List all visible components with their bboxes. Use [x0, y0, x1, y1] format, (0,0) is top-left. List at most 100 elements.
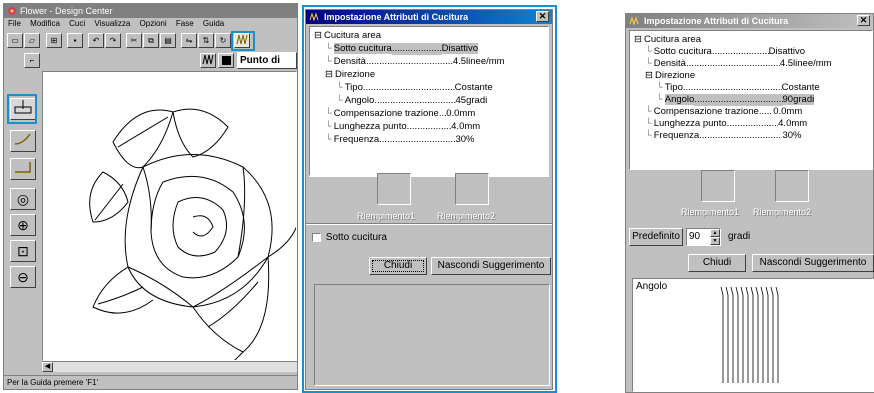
attributes-tree-2[interactable]: ⊟ Cucitura area └ Sotto cucitura...........…: [629, 30, 873, 170]
stitch-line: [765, 286, 769, 383]
stitch-line: [750, 286, 754, 383]
tree-row[interactable]: └Lunghezza punto........................…: [645, 118, 866, 130]
dialog2-close-button[interactable]: ✕: [857, 15, 870, 26]
tree-value: 4.0mm: [778, 118, 808, 129]
tree-row[interactable]: └Angolo.................................…: [656, 94, 866, 106]
tree-row[interactable]: └ Tipo...................................…: [656, 82, 866, 94]
angle-spin-value: 90: [689, 231, 701, 242]
outline-stitch-icon: [14, 133, 31, 145]
menu-visualizza[interactable]: Visualizza: [94, 19, 130, 28]
fill1-label-2: Riempimento1: [681, 207, 740, 217]
stitch-type-select[interactable]: Punto di: [237, 52, 297, 69]
tree-leader-dots: ........................................: [699, 130, 782, 141]
tree-leader-dots: ........................................: [758, 106, 773, 117]
region-color-button[interactable]: [218, 53, 234, 68]
main-titlebar: Flower - Design Center: [4, 4, 297, 18]
status-bar: Per la Guida premere 'F1': [4, 375, 297, 389]
zoom-in-button[interactable]: ⊕: [10, 214, 36, 236]
default-button[interactable]: Predefinito: [629, 228, 683, 246]
main-toolbar-2: ⌐ Punto di: [4, 51, 297, 71]
fill-preview-area-2: Riempimento1 Riempimento2: [629, 170, 873, 220]
tree-line-icon: └: [645, 46, 652, 57]
sewing-attributes-dialog-2: Impostazione Attributi di Cucitura ✕ ⊟ Cu…: [625, 13, 874, 393]
menu-cuci[interactable]: Cuci: [69, 19, 85, 28]
tree-line-icon: └: [656, 94, 663, 105]
tree-row[interactable]: └Frequenza..............................…: [645, 130, 866, 142]
zoom-fit-button[interactable]: ⊡: [10, 240, 36, 262]
import-button[interactable]: ⊞: [46, 33, 62, 48]
fill2-label-2: Riempimento2: [753, 207, 812, 217]
stitch-line: [725, 286, 729, 383]
tree-line-icon: └: [645, 118, 652, 129]
tree-value: Disattivo: [768, 46, 806, 57]
tree-leader-dots: ........................................: [726, 118, 779, 129]
spin-up-button[interactable]: ▲: [710, 229, 720, 237]
close-button-2-label: Chiudi: [702, 257, 732, 268]
tree-expander-icon[interactable]: ⊟: [645, 70, 653, 81]
tree-row[interactable]: ⊟ Direzione: [645, 70, 866, 82]
tree-label: Direzione: [654, 70, 696, 81]
menu-guida[interactable]: Guida: [203, 19, 224, 28]
tree-label: Angolo: [664, 94, 695, 105]
fill2-preview-2[interactable]: [775, 170, 809, 202]
menu-fase[interactable]: Fase: [176, 19, 194, 28]
angle-spin-input[interactable]: 90 ▲ ▼: [686, 228, 721, 246]
flip-button[interactable]: ⇅: [198, 33, 214, 48]
close-icon: ✕: [859, 15, 868, 25]
stitch-line: [720, 286, 724, 383]
design-canvas[interactable]: [42, 71, 297, 361]
tree-line-icon: └: [645, 106, 652, 117]
tree-line-icon: └: [645, 58, 652, 69]
paste-button[interactable]: ▤: [160, 33, 176, 48]
sewing-attributes-highlight: [231, 31, 255, 51]
spin-down-button[interactable]: ▼: [710, 237, 720, 245]
dialog2-titlebar: Impostazione Attributi di Cucitura ✕: [626, 14, 873, 28]
tree-line-icon: └: [645, 130, 652, 141]
stitch-line: [735, 286, 739, 383]
circle-tool-button[interactable]: ◎: [10, 188, 36, 210]
tree-leader-dots: ........................................: [694, 94, 783, 106]
tree-expander-icon[interactable]: ⊟: [634, 34, 642, 45]
angle-preview-stitch: [720, 286, 779, 383]
select-tool-highlight: [7, 94, 37, 124]
zoom-out-button[interactable]: ⊖: [10, 266, 36, 288]
stitch-line: [755, 286, 759, 383]
status-text: Per la Guida premere 'F1': [7, 378, 99, 387]
save-button[interactable]: ▪: [67, 33, 83, 48]
tree-row[interactable]: ⊟ Cucitura area: [634, 34, 866, 46]
angle-unit-label: gradi: [728, 231, 751, 242]
tree-line-icon: └: [656, 82, 663, 93]
menu-opzioni[interactable]: Opzioni: [140, 19, 167, 28]
menu-modifica[interactable]: Modifica: [30, 19, 60, 28]
cut-button[interactable]: ✂: [126, 33, 142, 48]
dialog2-app-icon: [629, 16, 639, 26]
tree-row[interactable]: └Compensazione trazione.................…: [645, 106, 866, 118]
vertical-scrollbar[interactable]: ◀: [42, 361, 297, 372]
hide-hint-button-2[interactable]: Nascondi Suggerimento: [752, 254, 874, 272]
undo-button[interactable]: ↶: [88, 33, 104, 48]
tree-label: Tipo: [664, 82, 683, 93]
open-file-button[interactable]: ▱: [24, 33, 40, 48]
mirror-button[interactable]: ⇋: [181, 33, 197, 48]
rotate-button[interactable]: ↻: [215, 33, 231, 48]
region-sew-button[interactable]: [200, 53, 216, 68]
new-file-button[interactable]: ▭: [7, 33, 23, 48]
menu-file[interactable]: File: [8, 19, 21, 28]
fill1-preview-2[interactable]: [701, 170, 735, 202]
region-stitch-button[interactable]: [10, 158, 36, 180]
tree-row[interactable]: └ Densità................................…: [645, 58, 866, 70]
tree-value: 0.0mm: [773, 106, 803, 117]
tree-leader-dots: ........................................: [682, 82, 782, 93]
copy-button[interactable]: ⧉: [143, 33, 159, 48]
close-button-2[interactable]: Chiudi: [688, 254, 746, 272]
stitch-line: [775, 286, 779, 383]
line-mode-button[interactable]: ⌐: [24, 53, 40, 68]
outline-stitch-button[interactable]: [10, 130, 36, 152]
scroll-left-button[interactable]: ◀: [42, 362, 53, 372]
default-button-label: Predefinito: [632, 231, 680, 242]
redo-button[interactable]: ↷: [105, 33, 121, 48]
dialog-highlight: [302, 5, 557, 393]
hint-title: Angolo: [636, 281, 668, 292]
tree-row[interactable]: └Sotto cucitura.........................…: [645, 46, 866, 58]
tree-leader-dots: ........................................: [685, 58, 780, 69]
